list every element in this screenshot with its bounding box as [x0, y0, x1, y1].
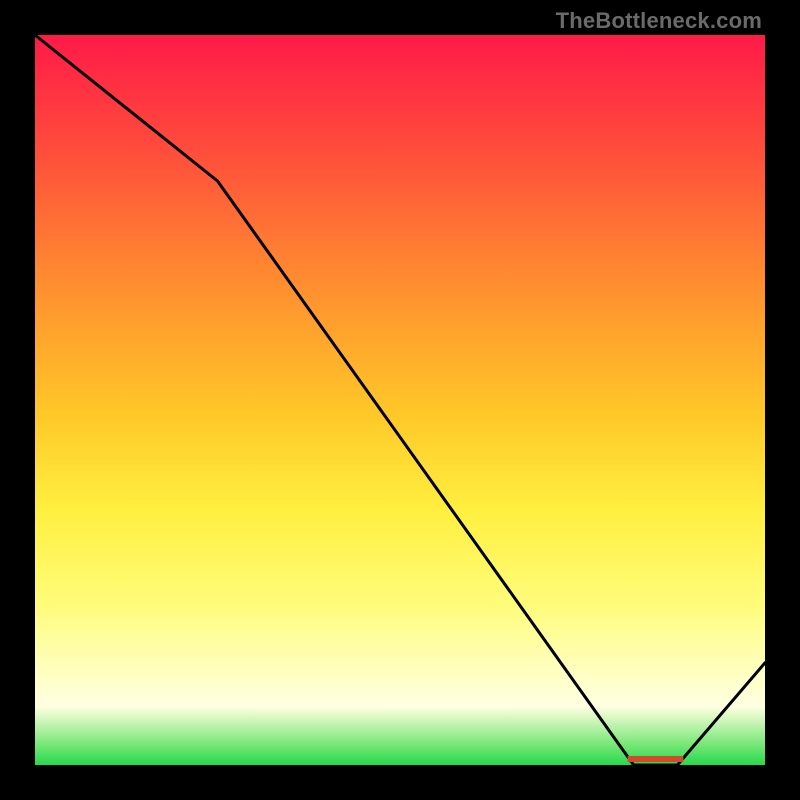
attribution-label: TheBottleneck.com: [556, 8, 762, 34]
optimal-marker: [628, 756, 684, 762]
bottleneck-curve-svg: [35, 35, 765, 765]
chart-frame: TheBottleneck.com: [0, 0, 800, 800]
plot-area: [35, 35, 765, 765]
bottleneck-curve: [35, 35, 765, 765]
